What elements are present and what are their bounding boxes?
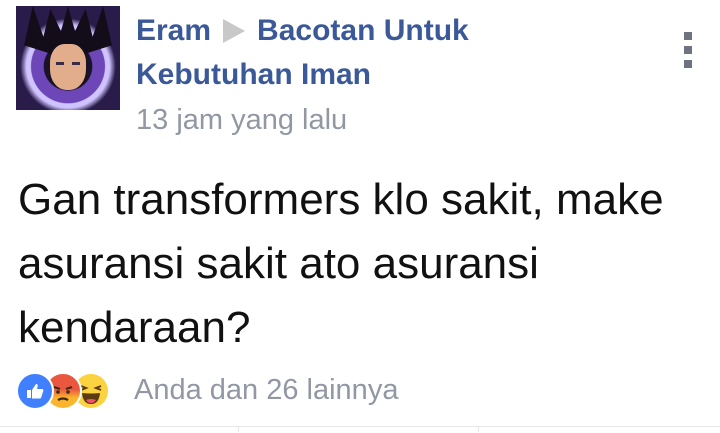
avatar-eye (56, 62, 64, 65)
avatar-face (50, 44, 86, 90)
avatar-eye (72, 62, 80, 65)
author-name[interactable]: Eram (136, 14, 211, 47)
reaction-count-text[interactable]: Anda dan 26 lainnya (134, 374, 398, 407)
triangle-arrow-icon (223, 19, 246, 44)
action-divider (238, 426, 239, 432)
post-timestamp[interactable]: 13 jam yang lalu (136, 104, 347, 137)
post-header-line2: Kebutuhan Iman (136, 54, 666, 95)
action-divider (478, 426, 479, 432)
more-options-button[interactable] (676, 30, 700, 70)
post-body: Gan transformers klo sakit, make asurans… (18, 175, 664, 352)
vertical-dots-icon (684, 32, 692, 40)
post-header-line1: Eram Bacotan Untuk (136, 10, 666, 51)
vertical-dots-icon (684, 46, 692, 54)
group-name-line1[interactable]: Bacotan Untuk (257, 14, 469, 47)
like-icon (16, 372, 54, 410)
vertical-dots-icon (684, 60, 692, 68)
group-name-line2[interactable]: Kebutuhan Iman (136, 58, 371, 91)
author-avatar[interactable] (16, 6, 120, 110)
